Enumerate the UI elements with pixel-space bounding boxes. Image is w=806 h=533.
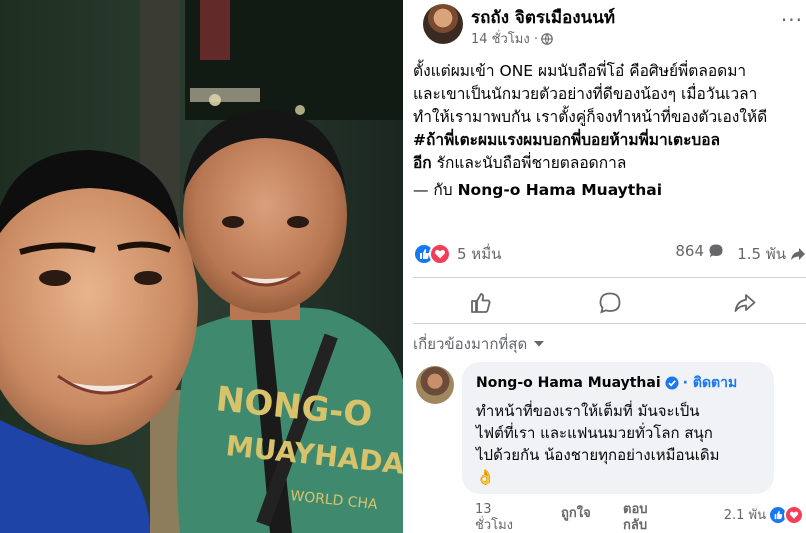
thumbs-up-icon xyxy=(471,293,491,313)
comment-footer: 13 ชั่วโมง ถูกใจ ตอบกลับ 2.1 พัน xyxy=(475,500,806,533)
shares-number: 1.5 พัน xyxy=(737,245,786,263)
reactions-summary[interactable]: 5 หมื่น xyxy=(413,242,501,266)
post-text-line: ทำให้เรามาพบกัน เราตั้งคู่ก็จงทำหน้าที่ข… xyxy=(413,108,768,126)
action-bar xyxy=(413,283,806,323)
hashtag-link[interactable]: #ถ้าพี่เตะผมแรงผมบอกพี่บอยห้ามพี่มาเตะบอ… xyxy=(413,131,720,149)
post-panel: รถถัง จิตรเมืองนนท์ 14 ชั่วโมง · ··· ตั้… xyxy=(403,0,806,533)
love-reaction-icon xyxy=(784,504,804,525)
shares-count[interactable]: 1.5 พัน xyxy=(737,242,806,266)
comment-text: ทำหน้าที่ของเราให้เต็มที่ มันจะเป็น ไฟต์… xyxy=(476,400,760,488)
author-avatar[interactable] xyxy=(423,4,463,44)
comment-bubble-icon xyxy=(709,244,723,257)
selfie-image: NONG-O MUAYHADA WORLD CHA xyxy=(0,0,403,533)
post-header: รถถัง จิตรเมืองนนท์ 14 ชั่วโมง · ··· xyxy=(413,0,803,52)
share-button[interactable] xyxy=(729,287,761,319)
commenter-avatar[interactable] xyxy=(416,366,454,404)
post-text-line: ตั้งแต่ผมเข้า ONE ผมนับถือพี่โอ๋ คือศิษย… xyxy=(413,62,747,80)
comment-line: ไฟต์ที่เรา และแฟนนมวยทั่วโลก สนุก xyxy=(476,424,713,442)
post-meta: 14 ชั่วโมง · xyxy=(471,28,553,49)
caret-down-icon xyxy=(534,341,545,347)
globe-icon xyxy=(541,32,553,45)
share-icon xyxy=(734,294,756,312)
tagged-user-link[interactable]: Nong-o Hama Muaythai xyxy=(458,181,662,199)
hashtag-line-2: อีก รักและนับถือพี่ชายตลอดกาล xyxy=(413,152,805,175)
tagged-with: — กับ Nong-o Hama Muaythai xyxy=(413,177,662,202)
follow-button[interactable]: · ติดตาม xyxy=(683,372,738,394)
reaction-count: 5 หมื่น xyxy=(457,245,502,263)
like-button[interactable] xyxy=(465,287,497,319)
post-stats: 5 หมื่น 864 1.5 พัน xyxy=(413,240,806,266)
ok-hand-emoji: 👌 xyxy=(476,468,495,486)
post-text-line: และเขาเป็นนักมวยตัวอย่างที่ดีของน้องๆ เม… xyxy=(413,85,758,103)
post-text-tail: รักและนับถือพี่ชายตลอดกาล xyxy=(431,154,627,172)
divider xyxy=(413,323,806,324)
love-reaction-icon xyxy=(429,243,451,265)
more-options-button[interactable]: ··· xyxy=(781,8,803,32)
verified-badge-icon xyxy=(665,376,679,390)
comment-reaction-count: 2.1 พัน xyxy=(723,508,766,523)
comment-line: ทำหน้าที่ของเราให้เต็มที่ มันจะเป็น xyxy=(476,402,700,420)
post-text: ตั้งแต่ผมเข้า ONE ผมนับถือพี่โอ๋ คือศิษย… xyxy=(413,60,805,175)
commenter-name[interactable]: Nong-o Hama Muaythai xyxy=(476,375,661,391)
comment-line: ไปด้วยกัน น้องชายทุกอย่างเหมือนเดิม xyxy=(476,446,720,464)
comment-icon xyxy=(599,292,621,314)
sort-label: เกี่ยวข้องมากที่สุด xyxy=(413,335,528,353)
comment-button[interactable] xyxy=(594,287,626,319)
comment-reactions[interactable]: 2.1 พัน xyxy=(724,504,804,525)
hashtag-link-end[interactable]: อีก xyxy=(413,154,432,172)
post-photo[interactable]: NONG-O MUAYHADA WORLD CHA xyxy=(0,0,403,533)
comments-number: 864 xyxy=(675,242,704,260)
share-arrow-icon xyxy=(791,248,805,260)
post-time[interactable]: 14 ชั่วโมง · xyxy=(471,28,538,49)
comment-like-button[interactable]: ถูกใจ xyxy=(561,502,591,523)
comment-bubble: Nong-o Hama Muaythai · ติดตาม ทำหน้าที่ข… xyxy=(462,362,774,494)
divider xyxy=(413,277,806,278)
comments-count[interactable]: 864 xyxy=(675,242,724,260)
author-name[interactable]: รถถัง จิตรเมืองนนท์ xyxy=(471,4,615,31)
with-prefix: — กับ xyxy=(413,181,458,199)
comment-sort-dropdown[interactable]: เกี่ยวข้องมากที่สุด xyxy=(413,332,545,356)
comment-time[interactable]: 13 ชั่วโมง xyxy=(475,502,513,533)
commenter-row: Nong-o Hama Muaythai · ติดตาม xyxy=(476,372,760,394)
hashtag-line: #ถ้าพี่เตะผมแรงผมบอกพี่บอยห้ามพี่มาเตะบอ… xyxy=(413,129,805,152)
comment-reply-button[interactable]: ตอบกลับ xyxy=(623,502,657,533)
